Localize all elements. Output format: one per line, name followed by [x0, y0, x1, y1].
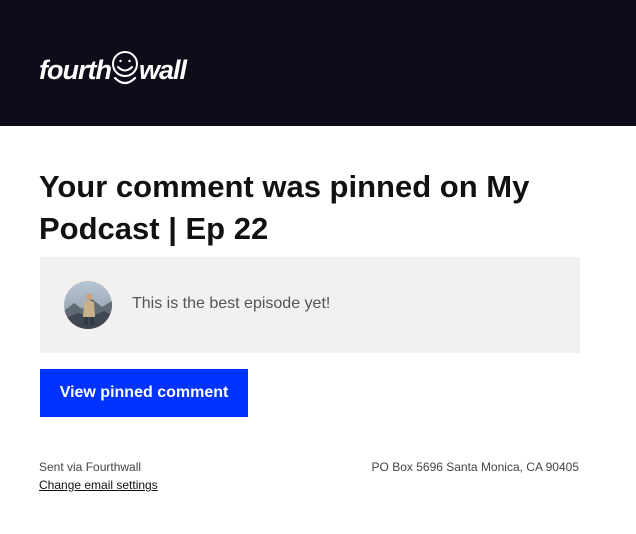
- avatar: [64, 281, 112, 329]
- smiley-icon: [111, 48, 139, 86]
- footer-address: PO Box 5696 Santa Monica, CA 90405: [371, 460, 579, 474]
- footer-left: Sent via Fourthwall Change email setting…: [39, 458, 158, 494]
- fourthwall-logo[interactable]: fourth wall: [39, 44, 187, 86]
- pinned-comment-card: This is the best episode yet!: [40, 257, 580, 353]
- email-headline: Your comment was pinned on My Podcast | …: [39, 169, 530, 246]
- logo-word-fourth: fourth: [39, 55, 112, 85]
- logo-word-wall: wall: [138, 55, 187, 85]
- email-header: fourth wall: [0, 0, 636, 126]
- change-email-settings-link[interactable]: Change email settings: [39, 476, 158, 494]
- view-pinned-comment-button[interactable]: View pinned comment: [40, 369, 248, 417]
- comment-text: This is the best episode yet!: [132, 295, 331, 312]
- sent-via-text: Sent via Fourthwall: [39, 460, 142, 474]
